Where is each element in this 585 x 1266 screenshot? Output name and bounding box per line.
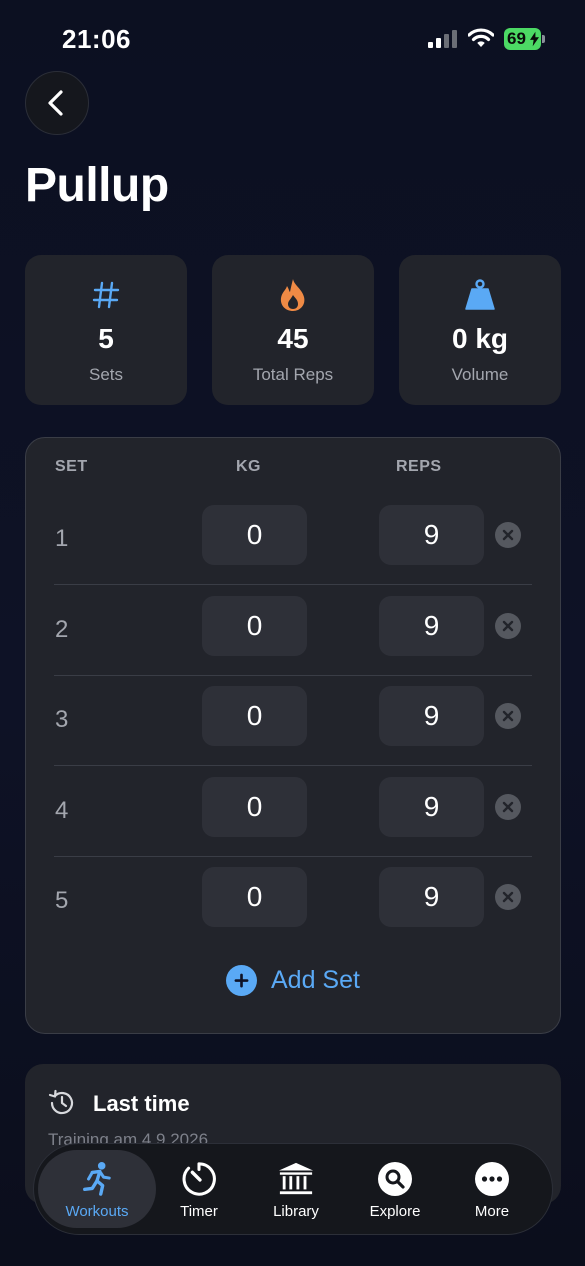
add-set-button[interactable]: Add Set [226, 963, 360, 997]
more-icon [475, 1162, 509, 1196]
set-row: 2 0 9 [26, 586, 562, 676]
kg-input[interactable]: 0 [202, 777, 307, 837]
chevron-left-icon [48, 90, 63, 116]
tab-timer[interactable]: Timer [149, 1150, 249, 1228]
battery-level: 69 [507, 29, 526, 48]
runner-icon [83, 1162, 111, 1196]
stat-value: 0 kg [451, 323, 509, 354]
remove-set-button[interactable] [495, 613, 521, 639]
set-number: 2 [55, 616, 69, 643]
close-icon [502, 710, 514, 722]
remove-set-button[interactable] [495, 794, 521, 820]
set-number: 5 [55, 887, 69, 914]
battery-indicator: 69 [504, 28, 546, 50]
reps-input[interactable]: 9 [379, 596, 484, 656]
close-icon [502, 620, 514, 632]
sets-table: SET KG REPS 1 0 9 2 0 9 3 0 9 4 0 9 5 0 … [25, 437, 561, 1034]
reps-input[interactable]: 9 [379, 686, 484, 746]
back-button[interactable] [25, 71, 89, 135]
charging-bolt-icon [530, 31, 539, 47]
column-header-reps: REPS [396, 458, 442, 475]
set-row: 4 0 9 [26, 767, 562, 857]
tab-bar: Workouts Timer Library Explore More [33, 1143, 553, 1235]
cellular-signal-icon [428, 30, 457, 48]
close-icon [502, 891, 514, 903]
tab-label: Timer [180, 1203, 218, 1220]
remove-set-button[interactable] [495, 884, 521, 910]
close-icon [502, 801, 514, 813]
stat-label: Volume [451, 365, 509, 384]
search-icon [378, 1162, 412, 1196]
reps-input[interactable]: 9 [379, 777, 484, 837]
column-header-set: SET [55, 458, 88, 475]
reps-input[interactable]: 9 [379, 505, 484, 565]
weight-icon [465, 279, 495, 310]
tab-workouts[interactable]: Workouts [38, 1150, 156, 1228]
kg-input[interactable]: 0 [202, 867, 307, 927]
kg-input[interactable]: 0 [202, 505, 307, 565]
reps-input[interactable]: 9 [379, 867, 484, 927]
tab-more[interactable]: More [442, 1150, 542, 1228]
column-header-kg: KG [236, 458, 261, 475]
stat-card-volume: 0 kg Volume [399, 255, 561, 405]
tab-label: Explore [369, 1203, 421, 1220]
stat-value: 5 [98, 323, 114, 354]
last-time-title: Last time [93, 1091, 190, 1116]
stat-card-total-reps: 45 Total Reps [212, 255, 374, 405]
set-number: 1 [55, 525, 69, 552]
tab-explore[interactable]: Explore [345, 1150, 445, 1228]
set-row: 1 0 9 [26, 495, 562, 585]
remove-set-button[interactable] [495, 522, 521, 548]
stat-value: 45 [277, 323, 309, 354]
flame-icon [280, 279, 305, 311]
kg-input[interactable]: 0 [202, 596, 307, 656]
close-icon [502, 529, 514, 541]
set-number: 4 [55, 797, 69, 824]
tab-library[interactable]: Library [246, 1150, 346, 1228]
set-number: 3 [55, 706, 69, 733]
stat-label: Sets [88, 365, 124, 384]
remove-set-button[interactable] [495, 703, 521, 729]
history-icon [48, 1089, 74, 1115]
stat-card-sets: 5 Sets [25, 255, 187, 405]
tab-label: Library [273, 1203, 319, 1220]
tab-label: Workouts [65, 1203, 129, 1220]
timer-icon [182, 1162, 216, 1196]
tab-label: More [474, 1203, 510, 1220]
stat-label: Total Reps [252, 365, 334, 384]
status-bar: 21:06 69 [0, 0, 585, 78]
set-row: 3 0 9 [26, 676, 562, 766]
status-time: 21:06 [62, 24, 131, 54]
set-row: 5 0 9 [26, 857, 562, 947]
kg-input[interactable]: 0 [202, 686, 307, 746]
hash-icon [92, 281, 120, 309]
wifi-icon [468, 28, 494, 47]
plus-icon [234, 973, 249, 987]
add-set-label: Add Set [271, 965, 360, 994]
library-icon [278, 1162, 314, 1195]
page-title: Pullup [25, 159, 169, 212]
